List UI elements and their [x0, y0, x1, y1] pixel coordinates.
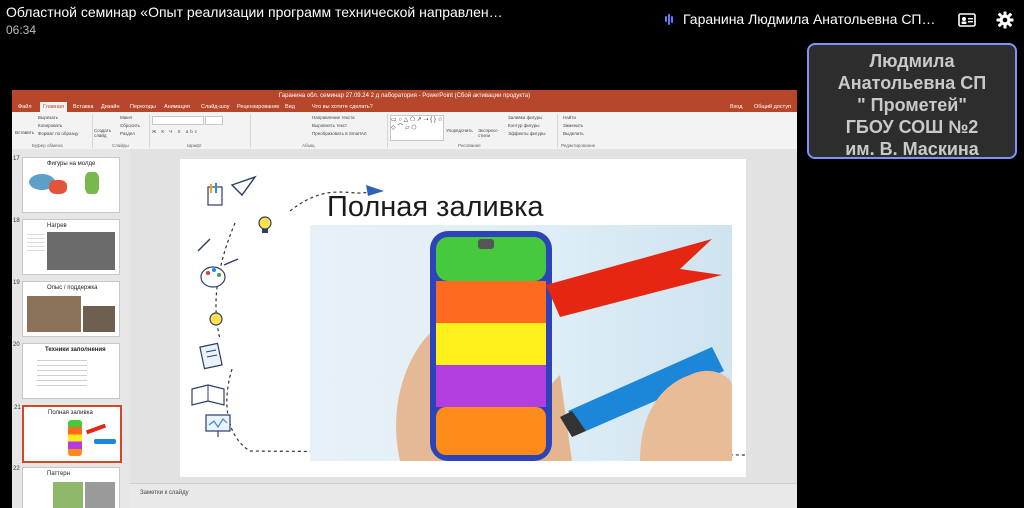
book-icon: [191, 384, 225, 406]
tell-me-box[interactable]: Что вы хотите сделать?: [312, 104, 373, 110]
group-slides: Слайды: [112, 143, 129, 148]
slide-thumbnail[interactable]: 20 Техники заполнения: [13, 342, 120, 399]
participant-name-line: Анатольевна СП: [837, 73, 987, 93]
paste-button[interactable]: Вставить: [15, 130, 34, 135]
replace-button[interactable]: Заменить: [563, 123, 583, 128]
paper-plane-small-icon: [366, 185, 384, 196]
sign-in-link[interactable]: Вход: [730, 104, 742, 110]
section-button[interactable]: Раздел: [120, 131, 135, 136]
slide-thumbnail[interactable]: 18 Нагрев: [13, 218, 120, 275]
participant-name: Людмила Анатольевна СП " Прометей" ГБОУ …: [809, 50, 1015, 159]
shape-effects-button[interactable]: Эффекты фигуры: [508, 131, 546, 136]
active-speaker-name: Гаранина Людмила Анатольевна СП…: [683, 11, 936, 27]
group-font: Шрифт: [187, 143, 202, 148]
settings-gear-icon[interactable]: [995, 10, 1015, 30]
align-text-button[interactable]: Выровнять текст: [312, 123, 347, 128]
group-clipboard: Буфер обмена: [32, 143, 63, 148]
thumbnail-number: 18: [13, 218, 20, 224]
thumbnail-number: 22: [13, 466, 20, 472]
format-painter-button[interactable]: Формат по образцу: [38, 131, 78, 136]
shape-outline-button[interactable]: Контур фигуры: [508, 123, 539, 128]
font-name-select[interactable]: [152, 116, 204, 125]
idea-icon: [209, 312, 223, 326]
tab-review[interactable]: Рецензирование: [237, 104, 279, 110]
font-size-select[interactable]: [205, 116, 223, 125]
smartart-button[interactable]: Преобразовать в SmartArt: [312, 131, 367, 136]
shape-fill-button[interactable]: Заливка фигуры: [508, 115, 542, 120]
palette-icon: [200, 266, 226, 288]
thumbnail-caption: Паттерн: [47, 471, 70, 477]
pencil-icon: [197, 238, 239, 266]
thumbnail-caption: Техники заполнения: [45, 347, 106, 353]
participant-name-line: ГБОУ СОШ №2: [845, 117, 979, 137]
thumbnail-caption: Полная заливка: [48, 410, 93, 416]
thumbnail-number: 20: [13, 342, 20, 348]
slide-photo[interactable]: [310, 225, 732, 461]
slide-thumbnail-selected[interactable]: 21 Полная заливка: [14, 405, 122, 463]
tab-slideshow[interactable]: Слайд-шоу: [201, 104, 230, 110]
quick-styles-button[interactable]: Экспресс-стили: [478, 128, 502, 138]
current-slide[interactable]: Полная заливка: [180, 159, 746, 477]
group-editing: Редактирование: [561, 143, 596, 148]
arrange-button[interactable]: Упорядочить: [446, 128, 473, 133]
layout-button[interactable]: Макет: [120, 115, 133, 120]
find-button[interactable]: Найти: [563, 115, 576, 120]
reset-button[interactable]: Сбросить: [120, 123, 140, 128]
notes-placeholder: Заметки к слайду: [140, 490, 189, 496]
copy-button[interactable]: Копировать: [38, 123, 62, 128]
thumbnail-caption: Опыс / поддержка: [47, 285, 98, 291]
new-slide-button[interactable]: Создать слайд: [94, 128, 114, 138]
shared-screen: Гаранина обл. семинар 27.09.24 2 д лабор…: [12, 90, 797, 508]
pencils-icon: [207, 183, 223, 206]
meeting-header: Областной семинар «Опыт реализации прогр…: [0, 0, 1024, 44]
tab-insert[interactable]: Вставка: [73, 104, 93, 110]
shapes-gallery[interactable]: ▭ ○ △ ⬠ ↗ ➝ { } ☆ ◇ ⌒ ▱ ⬡: [390, 115, 444, 141]
slide-editor: Полная заливка: [130, 149, 797, 483]
slide-thumbnail[interactable]: 22 Паттерн: [13, 466, 120, 508]
notes-pane[interactable]: Заметки к слайду: [130, 483, 797, 508]
tab-view[interactable]: Вид: [285, 104, 295, 110]
document-icon: [199, 342, 223, 370]
slide-thumbnail[interactable]: 19 Опыс / поддержка: [13, 280, 120, 337]
slide-thumbnail[interactable]: 17 Фигуры на молде: [13, 156, 120, 213]
participant-name-line: Людмила: [869, 51, 955, 71]
slide-thumbnails-pane: 17 Фигуры на молде 18 Нагрев 19 Опыс / п…: [12, 149, 130, 508]
paper-plane-icon: [230, 175, 257, 197]
meeting-title: Областной семинар «Опыт реализации прогр…: [6, 4, 503, 20]
monitor-icon: [205, 414, 231, 437]
meeting-timer: 06:34: [6, 23, 37, 37]
tab-home[interactable]: Главная: [40, 102, 67, 112]
font-format-buttons[interactable]: Ж К Ч S abc: [152, 129, 199, 134]
group-paragraph: Абзац: [302, 143, 315, 148]
tab-design[interactable]: Дизайн: [101, 104, 120, 110]
cut-button[interactable]: Вырезать: [38, 115, 58, 120]
thumbnail-number: 21: [14, 405, 21, 411]
thumbnail-number: 19: [13, 280, 20, 286]
phone-case-3d-pen-illustration: [396, 231, 732, 461]
thumbnail-caption: Нагрев: [47, 223, 67, 229]
ribbon-tabs: Файл Главная Вставка Дизайн Переходы Ани…: [12, 102, 797, 112]
thumbnail-number: 17: [13, 156, 20, 162]
participant-tile[interactable]: Людмила Анатольевна СП " Прометей" ГБОУ …: [807, 43, 1017, 159]
participant-card-icon[interactable]: [957, 10, 977, 30]
text-direction-button[interactable]: Направление текста: [312, 115, 355, 120]
active-speaker: Гаранина Людмила Анатольевна СП…: [665, 11, 936, 27]
select-button[interactable]: Выделить: [563, 131, 584, 136]
tab-transitions[interactable]: Переходы: [130, 104, 156, 110]
thumbnail-caption: Фигуры на молде: [47, 161, 96, 167]
participant-name-line: " Прометей": [857, 95, 967, 115]
tab-file[interactable]: Файл: [18, 104, 32, 110]
tab-animations[interactable]: Анимация: [164, 104, 190, 110]
lightbulb-icon: [258, 216, 272, 233]
ribbon: Вставить Вырезать Копировать Формат по о…: [12, 112, 797, 150]
powerpoint-title-bar: Гаранина обл. семинар 27.09.24 2 д лабор…: [12, 90, 797, 102]
group-drawing: Рисование: [458, 143, 481, 148]
share-button[interactable]: Общий доступ: [754, 104, 791, 110]
participant-name-line: им. В. Маскина: [845, 139, 979, 159]
speaking-indicator-icon: [665, 12, 673, 26]
